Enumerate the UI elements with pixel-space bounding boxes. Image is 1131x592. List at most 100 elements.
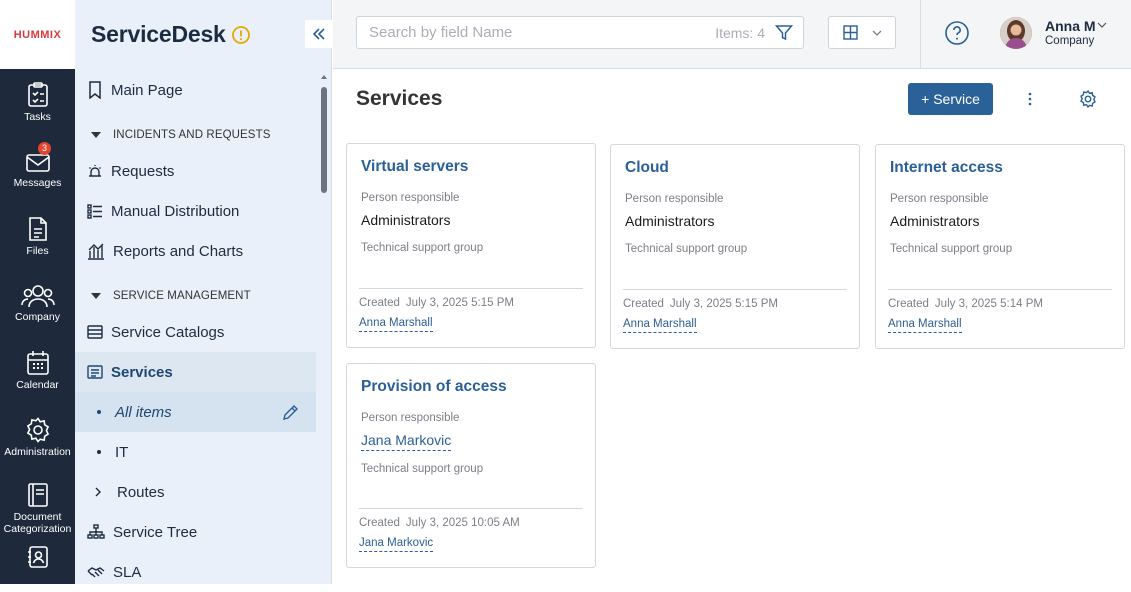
service-card[interactable]: Provision of access Person responsible J…: [346, 363, 596, 568]
nav-item-label: SLA: [113, 563, 142, 581]
page-title: Services: [356, 87, 443, 110]
collapse-button[interactable]: [305, 20, 333, 48]
collapse-triangle-icon: [91, 132, 101, 138]
avatar[interactable]: [1000, 17, 1032, 49]
group-label: Technical support group: [361, 242, 484, 254]
divider: [888, 289, 1112, 290]
filter-icon[interactable]: [775, 24, 793, 42]
alarm-icon: [89, 165, 101, 177]
chevron-right-icon: [95, 487, 101, 497]
created-date: July 3, 2025 5:15 PM: [405, 297, 514, 309]
warning-icon[interactable]: [231, 25, 250, 44]
service-card-title[interactable]: Provision of access: [361, 378, 581, 396]
nav-item-main-page[interactable]: Main Page: [75, 70, 316, 110]
author-link[interactable]: Jana Markovic: [359, 537, 434, 552]
service-card[interactable]: Virtual servers Person responsible Admin…: [346, 143, 596, 348]
bookmark-icon: [89, 81, 101, 99]
person-value: Administrators: [625, 213, 715, 229]
created-info: Created July 3, 2025 10:05 AM: [359, 517, 520, 529]
search-box[interactable]: Items: 4: [356, 16, 804, 49]
chevron-down-icon[interactable]: [1097, 22, 1107, 28]
nav-item-requests[interactable]: Requests: [75, 151, 316, 191]
nav-item-it[interactable]: IT: [75, 432, 316, 472]
pencil-icon[interactable]: [282, 404, 299, 421]
divider: [359, 508, 583, 509]
rail-label: Document Categorization: [3, 510, 72, 535]
nav-item-sla[interactable]: SLA: [75, 552, 316, 592]
nav-item-label: Main Page: [111, 81, 183, 99]
person-label: Person responsible: [625, 193, 724, 205]
nav-item-label: Reports and Charts: [113, 242, 244, 260]
nav-item-routes[interactable]: Routes: [75, 472, 316, 512]
rail-item-contacts[interactable]: [0, 545, 75, 585]
author-link[interactable]: Anna Marshall: [359, 317, 433, 332]
rail-item-administration[interactable]: Administration: [0, 404, 75, 471]
nav-item-manual-distribution[interactable]: Manual Distribution: [75, 191, 316, 231]
bullet-icon: [97, 410, 101, 414]
created-label: Created: [888, 298, 929, 310]
rail-item-document-categorization[interactable]: Document Categorization: [0, 471, 75, 545]
person-value: Administrators: [890, 213, 980, 229]
settings-icon[interactable]: [1079, 90, 1097, 108]
services-icon: [87, 365, 103, 379]
logo[interactable]: HUMMIX: [0, 0, 75, 69]
nav-item-label: IT: [115, 443, 129, 461]
nav-item-label: All items: [115, 403, 172, 421]
service-card[interactable]: Cloud Person responsible Administrators …: [610, 144, 860, 349]
divider: [359, 288, 583, 289]
nav-item-label: Routes: [117, 483, 165, 501]
created-label: Created: [359, 517, 400, 529]
created-info: Created July 3, 2025 5:15 PM: [359, 297, 514, 309]
created-info: Created July 3, 2025 5:15 PM: [623, 298, 778, 310]
nav-scrollbar[interactable]: [320, 73, 328, 584]
document-icon: [27, 482, 48, 507]
nav-item-reports[interactable]: Reports and Charts: [75, 231, 316, 271]
add-service-button[interactable]: + Service: [908, 83, 993, 115]
rail-item-files[interactable]: Files: [0, 203, 75, 270]
nav-section-incidents[interactable]: INCIDENTS AND REQUESTS: [75, 115, 316, 155]
user-name[interactable]: Anna M: [1045, 18, 1096, 34]
author-link[interactable]: Anna Marshall: [888, 318, 962, 333]
nav-item-label: Services: [111, 363, 173, 381]
person-link[interactable]: Jana Markovic: [361, 432, 452, 451]
created-label: Created: [623, 298, 664, 310]
service-card[interactable]: Internet access Person responsible Admin…: [875, 144, 1125, 349]
items-count: Items: 4: [715, 24, 765, 41]
group-label: Technical support group: [890, 243, 1013, 255]
scrollbar-thumb[interactable]: [321, 87, 327, 193]
search-input[interactable]: [369, 24, 716, 41]
nav-item-services[interactable]: Services: [75, 352, 316, 392]
group-label: Technical support group: [361, 463, 484, 475]
app-title: ServiceDesk: [91, 21, 226, 47]
more-options-icon[interactable]: [1022, 90, 1038, 108]
person-label: Person responsible: [361, 192, 460, 204]
section-navigation: ServiceDesk Main Page INCIDENTS AND REQU…: [75, 0, 333, 584]
nav-item-service-tree[interactable]: Service Tree: [75, 512, 316, 552]
gear-icon: [26, 417, 49, 443]
view-switcher[interactable]: [828, 16, 896, 49]
calendar-icon: [26, 351, 49, 375]
help-icon[interactable]: [945, 21, 969, 45]
service-card-title[interactable]: Internet access: [890, 159, 1110, 177]
rail-item-tasks[interactable]: Tasks: [0, 69, 75, 136]
rail-label: Tasks: [24, 111, 51, 123]
rail-item-messages[interactable]: 3 Messages: [0, 136, 75, 203]
nav-item-service-catalogs[interactable]: Service Catalogs: [75, 312, 316, 352]
person-label: Person responsible: [890, 193, 989, 205]
top-bar: Items: 4 Anna M Company: [333, 0, 1131, 69]
rail-item-company[interactable]: Company: [0, 270, 75, 337]
nav-item-all-items[interactable]: All items: [75, 392, 316, 432]
rail-item-calendar[interactable]: Calendar: [0, 337, 75, 404]
service-card-title[interactable]: Cloud: [625, 159, 845, 177]
service-card-title[interactable]: Virtual servers: [361, 158, 581, 176]
nav-header: ServiceDesk: [75, 0, 333, 69]
person-value: Administrators: [361, 212, 451, 228]
created-label: Created: [359, 297, 400, 309]
group-label: Technical support group: [625, 243, 748, 255]
rail-label: Files: [26, 245, 49, 257]
author-link[interactable]: Anna Marshall: [623, 318, 697, 333]
nav-section-label: SERVICE MANAGEMENT: [113, 290, 251, 302]
user-company: Company: [1045, 35, 1095, 47]
nav-item-label: Service Tree: [113, 523, 198, 541]
nav-section-service-management[interactable]: SERVICE MANAGEMENT: [75, 276, 316, 316]
